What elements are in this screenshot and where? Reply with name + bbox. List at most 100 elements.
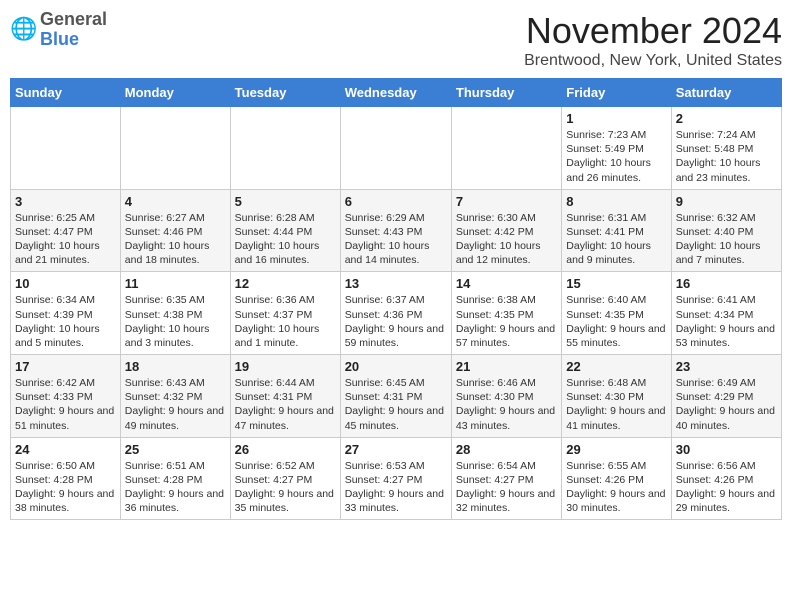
day-info: Sunrise: 6:38 AM Sunset: 4:35 PM Dayligh…	[456, 293, 557, 350]
month-title: November 2024	[524, 10, 782, 52]
location: Brentwood, New York, United States	[524, 52, 782, 70]
day-number: 1	[566, 111, 666, 126]
day-info: Sunrise: 6:45 AM Sunset: 4:31 PM Dayligh…	[345, 376, 447, 433]
calendar-cell: 16 Sunrise: 6:41 AM Sunset: 4:34 PM Dayli…	[671, 272, 781, 355]
calendar-week-4: 17Sunrise: 6:42 AM Sunset: 4:33 PM Dayli…	[11, 355, 782, 438]
day-number: 5	[235, 194, 336, 209]
day-info: Sunrise: 6:28 AM Sunset: 4:44 PM Dayligh…	[235, 211, 336, 268]
calendar-cell: 15 Sunrise: 6:40 AM Sunset: 4:35 PM Dayli…	[562, 272, 671, 355]
day-info: Sunrise: 6:52 AM Sunset: 4:27 PM Dayligh…	[235, 459, 336, 516]
calendar-cell: 29 Sunrise: 6:55 AM Sunset: 4:26 PM Dayli…	[562, 437, 671, 520]
day-info: Sunrise: 6:44 AM Sunset: 4:31 PM Dayligh…	[235, 376, 336, 433]
calendar-cell: 7Sunrise: 6:30 AM Sunset: 4:42 PM Daylig…	[451, 189, 561, 272]
calendar-week-2: 3Sunrise: 6:25 AM Sunset: 4:47 PM Daylig…	[11, 189, 782, 272]
day-number: 30	[676, 442, 777, 457]
calendar-week-1: 1 Sunrise: 7:23 AM Sunset: 5:49 PM Daylig…	[11, 107, 782, 190]
calendar-cell	[230, 107, 340, 190]
day-info: Sunrise: 6:53 AM Sunset: 4:27 PM Dayligh…	[345, 459, 447, 516]
day-info: Sunrise: 6:54 AM Sunset: 4:27 PM Dayligh…	[456, 459, 557, 516]
day-number: 21	[456, 359, 557, 374]
calendar-cell: 5 Sunrise: 6:28 AM Sunset: 4:44 PM Daylig…	[230, 189, 340, 272]
day-info: Sunrise: 6:49 AM Sunset: 4:29 PM Dayligh…	[676, 376, 777, 433]
calendar-week-3: 10Sunrise: 6:34 AM Sunset: 4:39 PM Dayli…	[11, 272, 782, 355]
day-info: Sunrise: 6:55 AM Sunset: 4:26 PM Dayligh…	[566, 459, 666, 516]
calendar-cell: 2 Sunrise: 7:24 AM Sunset: 5:48 PM Daylig…	[671, 107, 781, 190]
day-info: Sunrise: 6:31 AM Sunset: 4:41 PM Dayligh…	[566, 211, 666, 268]
day-info: Sunrise: 6:29 AM Sunset: 4:43 PM Dayligh…	[345, 211, 447, 268]
day-info: Sunrise: 6:56 AM Sunset: 4:26 PM Dayligh…	[676, 459, 777, 516]
weekday-sunday: Sunday	[11, 79, 121, 107]
day-number: 24	[15, 442, 116, 457]
calendar-header: SundayMondayTuesdayWednesdayThursdayFrid…	[11, 79, 782, 107]
calendar-cell: 3Sunrise: 6:25 AM Sunset: 4:47 PM Daylig…	[11, 189, 121, 272]
calendar-cell: 22Sunrise: 6:48 AM Sunset: 4:30 PM Dayli…	[562, 355, 671, 438]
day-number: 23	[676, 359, 777, 374]
calendar-cell: 6 Sunrise: 6:29 AM Sunset: 4:43 PM Daylig…	[340, 189, 451, 272]
day-number: 8	[566, 194, 666, 209]
day-number: 18	[125, 359, 226, 374]
calendar-cell: 10Sunrise: 6:34 AM Sunset: 4:39 PM Dayli…	[11, 272, 121, 355]
day-number: 12	[235, 276, 336, 291]
day-number: 28	[456, 442, 557, 457]
day-number: 29	[566, 442, 666, 457]
calendar-cell	[451, 107, 561, 190]
day-info: Sunrise: 6:43 AM Sunset: 4:32 PM Dayligh…	[125, 376, 226, 433]
calendar-cell: 26 Sunrise: 6:52 AM Sunset: 4:27 PM Dayli…	[230, 437, 340, 520]
calendar-week-5: 24 Sunrise: 6:50 AM Sunset: 4:28 PM Dayli…	[11, 437, 782, 520]
day-number: 11	[125, 276, 226, 291]
day-number: 25	[125, 442, 226, 457]
day-number: 15	[566, 276, 666, 291]
day-info: Sunrise: 6:27 AM Sunset: 4:46 PM Dayligh…	[125, 211, 226, 268]
day-number: 2	[676, 111, 777, 126]
calendar-cell: 24 Sunrise: 6:50 AM Sunset: 4:28 PM Dayli…	[11, 437, 121, 520]
day-number: 14	[456, 276, 557, 291]
calendar-cell: 9 Sunrise: 6:32 AM Sunset: 4:40 PM Daylig…	[671, 189, 781, 272]
logo: 🌐 General Blue	[10, 10, 107, 50]
day-number: 20	[345, 359, 447, 374]
weekday-header-row: SundayMondayTuesdayWednesdayThursdayFrid…	[11, 79, 782, 107]
weekday-saturday: Saturday	[671, 79, 781, 107]
day-info: Sunrise: 6:48 AM Sunset: 4:30 PM Dayligh…	[566, 376, 666, 433]
weekday-monday: Monday	[120, 79, 230, 107]
calendar-cell	[11, 107, 121, 190]
day-info: Sunrise: 6:37 AM Sunset: 4:36 PM Dayligh…	[345, 293, 447, 350]
calendar-cell: 11Sunrise: 6:35 AM Sunset: 4:38 PM Dayli…	[120, 272, 230, 355]
day-info: Sunrise: 6:40 AM Sunset: 4:35 PM Dayligh…	[566, 293, 666, 350]
calendar-cell: 21 Sunrise: 6:46 AM Sunset: 4:30 PM Dayli…	[451, 355, 561, 438]
calendar-cell: 13 Sunrise: 6:37 AM Sunset: 4:36 PM Dayli…	[340, 272, 451, 355]
day-info: Sunrise: 6:50 AM Sunset: 4:28 PM Dayligh…	[15, 459, 116, 516]
calendar-cell: 27 Sunrise: 6:53 AM Sunset: 4:27 PM Dayli…	[340, 437, 451, 520]
calendar-cell: 1 Sunrise: 7:23 AM Sunset: 5:49 PM Daylig…	[562, 107, 671, 190]
weekday-tuesday: Tuesday	[230, 79, 340, 107]
svg-text:🌐: 🌐	[10, 16, 37, 41]
day-number: 27	[345, 442, 447, 457]
calendar-table: SundayMondayTuesdayWednesdayThursdayFrid…	[10, 78, 782, 520]
calendar-cell: 20 Sunrise: 6:45 AM Sunset: 4:31 PM Dayli…	[340, 355, 451, 438]
day-info: Sunrise: 6:34 AM Sunset: 4:39 PM Dayligh…	[15, 293, 116, 350]
day-number: 7	[456, 194, 557, 209]
day-info: Sunrise: 6:32 AM Sunset: 4:40 PM Dayligh…	[676, 211, 777, 268]
day-number: 6	[345, 194, 447, 209]
day-number: 16	[676, 276, 777, 291]
day-info: Sunrise: 6:46 AM Sunset: 4:30 PM Dayligh…	[456, 376, 557, 433]
calendar-cell: 17Sunrise: 6:42 AM Sunset: 4:33 PM Dayli…	[11, 355, 121, 438]
day-number: 9	[676, 194, 777, 209]
day-number: 4	[125, 194, 226, 209]
day-info: Sunrise: 6:25 AM Sunset: 4:47 PM Dayligh…	[15, 211, 116, 268]
weekday-friday: Friday	[562, 79, 671, 107]
calendar-cell: 19 Sunrise: 6:44 AM Sunset: 4:31 PM Dayli…	[230, 355, 340, 438]
day-number: 26	[235, 442, 336, 457]
day-info: Sunrise: 7:23 AM Sunset: 5:49 PM Dayligh…	[566, 128, 666, 185]
calendar-cell: 23 Sunrise: 6:49 AM Sunset: 4:29 PM Dayli…	[671, 355, 781, 438]
calendar-cell: 28 Sunrise: 6:54 AM Sunset: 4:27 PM Dayli…	[451, 437, 561, 520]
day-info: Sunrise: 6:41 AM Sunset: 4:34 PM Dayligh…	[676, 293, 777, 350]
day-info: Sunrise: 7:24 AM Sunset: 5:48 PM Dayligh…	[676, 128, 777, 185]
calendar-cell	[340, 107, 451, 190]
calendar-cell: 12Sunrise: 6:36 AM Sunset: 4:37 PM Dayli…	[230, 272, 340, 355]
calendar-cell	[120, 107, 230, 190]
day-number: 17	[15, 359, 116, 374]
day-number: 13	[345, 276, 447, 291]
page-header: 🌐 General Blue November 2024 Brentwood, …	[10, 10, 782, 70]
day-number: 19	[235, 359, 336, 374]
calendar-body: 1 Sunrise: 7:23 AM Sunset: 5:49 PM Daylig…	[11, 107, 782, 520]
